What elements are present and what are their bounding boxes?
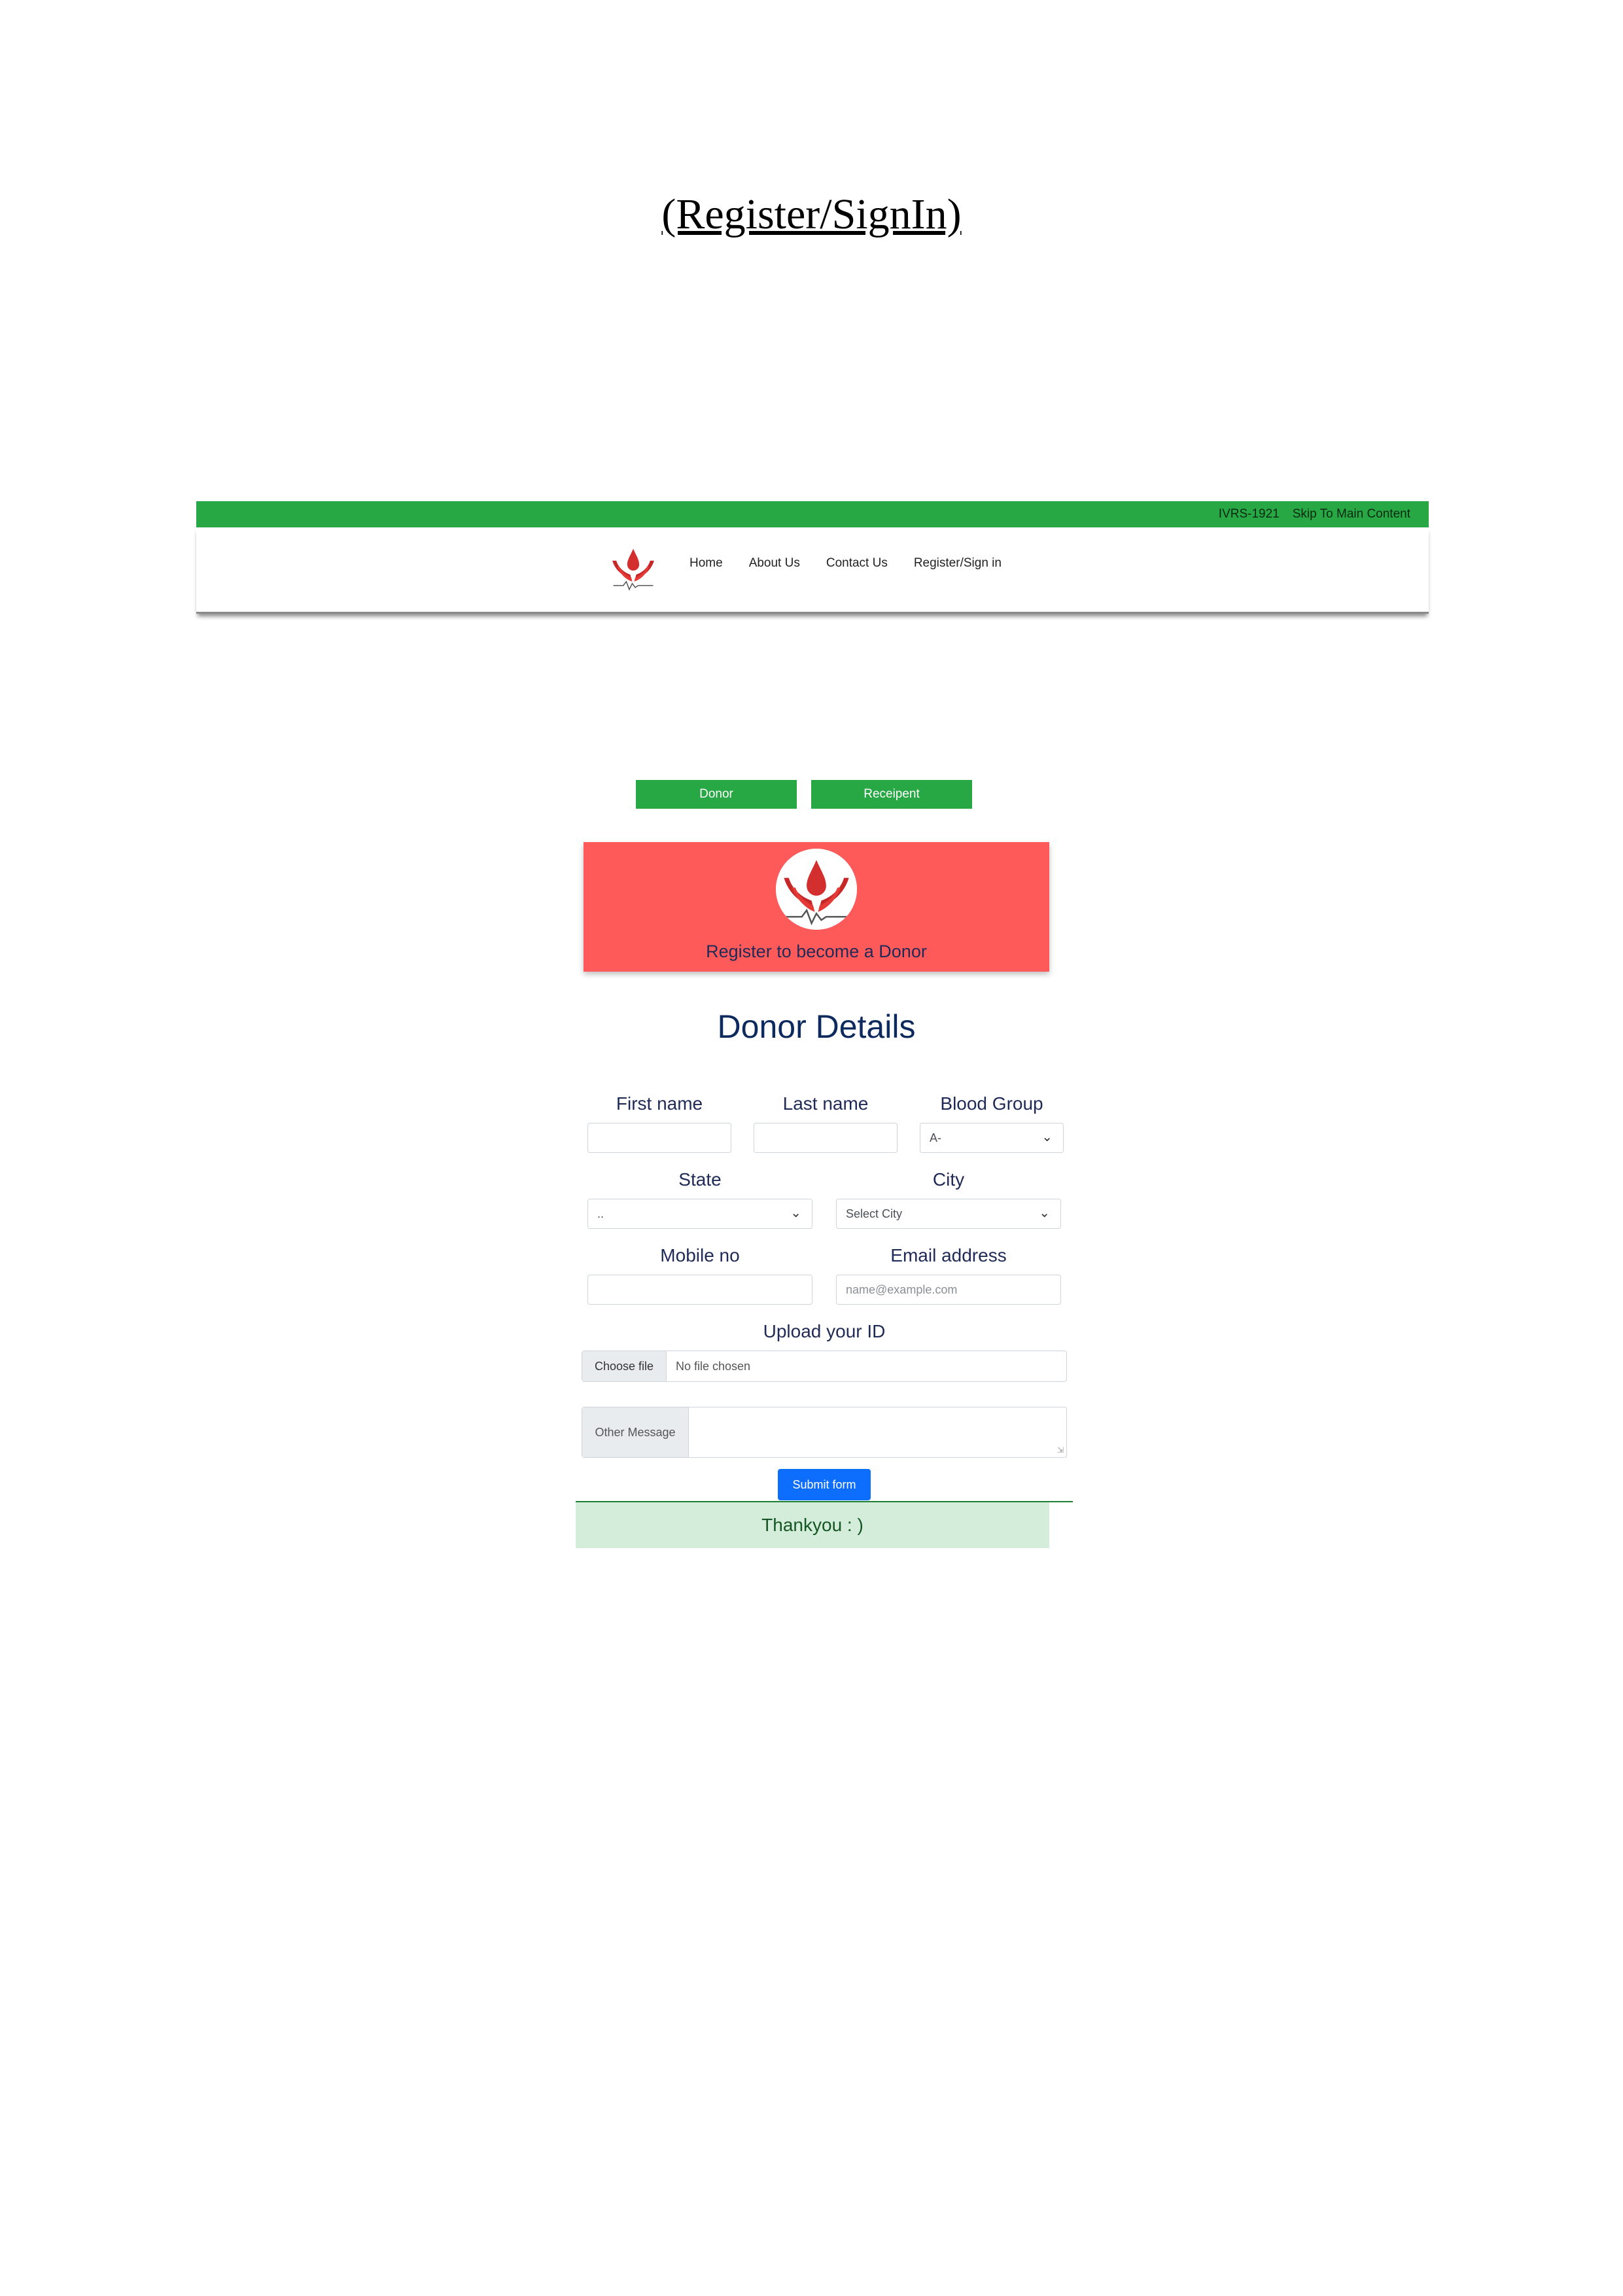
last-name-input[interactable] <box>754 1123 898 1153</box>
chevron-down-icon: ⌄ <box>790 1206 801 1220</box>
donor-banner: Register to become a Donor <box>584 842 1049 972</box>
file-status-text: No file chosen <box>676 1359 751 1373</box>
nav-contact-us[interactable]: Contact Us <box>826 556 888 571</box>
other-message-textarea[interactable]: ⇲ <box>689 1407 1066 1457</box>
blood-group-value: A- <box>930 1131 941 1144</box>
success-alert: Thankyou : ) <box>576 1502 1049 1548</box>
city-label: City <box>932 1169 965 1190</box>
blood-donation-logo-icon <box>776 849 857 930</box>
email-label: Email address <box>890 1245 1007 1265</box>
choose-file-button[interactable]: Choose file <box>582 1351 667 1381</box>
blood-group-label: Blood Group <box>940 1093 1043 1114</box>
city-value: Select City <box>846 1207 903 1220</box>
upload-id-label: Upload your ID <box>763 1321 886 1341</box>
state-label: State <box>678 1169 722 1190</box>
submit-button[interactable]: Submit form <box>778 1469 871 1500</box>
mobile-label: Mobile no <box>660 1245 740 1265</box>
skip-to-content-link[interactable]: Skip To Main Content <box>1293 507 1410 521</box>
chevron-down-icon: ⌄ <box>1041 1130 1053 1144</box>
first-name-input[interactable] <box>587 1123 731 1153</box>
city-select[interactable]: Select City ⌄ <box>836 1199 1061 1229</box>
nav-about-us[interactable]: About Us <box>749 556 800 571</box>
nav-register-signin[interactable]: Register/Sign in <box>914 556 1002 571</box>
resize-handle-icon[interactable]: ⇲ <box>1057 1445 1064 1455</box>
donor-tab-button[interactable]: Donor <box>636 780 797 809</box>
recipient-tab-button[interactable]: Receipent <box>811 780 972 809</box>
blood-group-select[interactable]: A- ⌄ <box>920 1123 1064 1153</box>
helpline-number: IVRS-1921 <box>1218 507 1280 521</box>
file-upload-input[interactable]: Choose file No file chosen <box>582 1351 1067 1382</box>
other-message-group: Other Message ⇲ <box>582 1407 1067 1458</box>
document-heading: (Register/SignIn) <box>661 190 962 238</box>
last-name-label: Last name <box>782 1093 869 1114</box>
form-title: Donor Details <box>717 1008 916 1045</box>
top-bar: IVRS-1921 Skip To Main Content <box>196 501 1429 527</box>
first-name-label: First name <box>616 1093 703 1114</box>
other-message-label: Other Message <box>582 1407 689 1457</box>
mobile-input[interactable] <box>587 1275 812 1305</box>
state-select[interactable]: .. ⌄ <box>587 1199 812 1229</box>
banner-title: Register to become a Donor <box>706 942 927 961</box>
navbar: Home About Us Contact Us Register/Sign i… <box>196 527 1429 614</box>
blood-donation-logo-icon[interactable] <box>608 546 658 592</box>
nav-home[interactable]: Home <box>689 556 723 571</box>
email-placeholder: name@example.com <box>846 1282 958 1296</box>
chevron-down-icon: ⌄ <box>1039 1206 1050 1220</box>
state-value: .. <box>597 1207 604 1220</box>
email-input[interactable]: name@example.com <box>836 1275 1061 1305</box>
